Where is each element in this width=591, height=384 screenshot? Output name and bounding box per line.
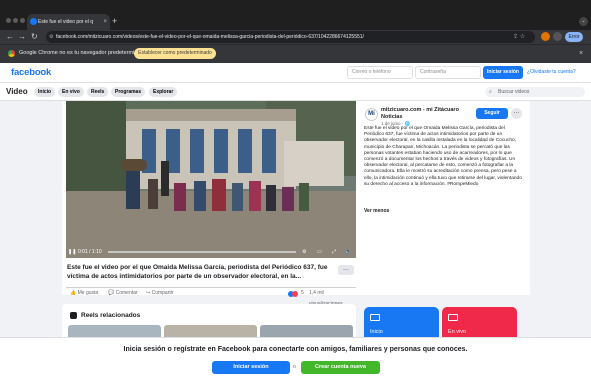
- video-frame: [66, 101, 356, 258]
- see-less-link[interactable]: Ver menos: [364, 208, 389, 214]
- tab-title: Este fue el video por el q: [38, 19, 94, 25]
- fullscreen-icon[interactable]: ⤢: [332, 246, 336, 258]
- share-button[interactable]: ↪ Compartir: [146, 288, 174, 299]
- page-avatar[interactable]: Mi: [365, 108, 378, 121]
- share-label: Compartir: [151, 290, 174, 296]
- video-controls: ❚❚ 0:01 / 1:10 ⚙ ▭ ⤢ 🔈: [66, 246, 356, 258]
- post-description: Este fue el video por el que Omaida Meli…: [364, 126, 522, 187]
- page-name-link[interactable]: mitzicuaro.com - mi Zitácuaro Noticias: [381, 107, 471, 121]
- pip-icon[interactable]: ▭: [317, 246, 322, 258]
- infobar-close-icon[interactable]: ×: [579, 48, 583, 59]
- comment-button[interactable]: 💬 Comentar: [108, 288, 138, 299]
- pause-icon[interactable]: ❚❚: [68, 246, 76, 258]
- banner-login-button[interactable]: Iniciar sesión: [212, 361, 290, 374]
- address-bar[interactable]: ⚙ facebook.com/mitzicuaro.com/videos/est…: [46, 31, 535, 43]
- email-field[interactable]: Correo o teléfono: [347, 66, 413, 79]
- forward-icon[interactable]: →: [18, 31, 26, 43]
- video-player[interactable]: [66, 101, 356, 258]
- chrome-logo-icon: [8, 50, 15, 57]
- share-icon[interactable]: ⇪: [513, 34, 518, 40]
- password-field[interactable]: Contraseña: [415, 66, 481, 79]
- set-default-button[interactable]: Establecer como predeterminado: [134, 48, 216, 59]
- infobar-text: Google Chrome no es tu navegador predete…: [19, 50, 147, 56]
- forgot-account-link[interactable]: ¿Olvidaste tu cuenta?: [527, 66, 576, 79]
- close-tab-icon[interactable]: ×: [103, 14, 107, 30]
- reload-icon[interactable]: ↻: [31, 31, 38, 43]
- post-more-button[interactable]: ···: [511, 108, 522, 119]
- close-window-icon[interactable]: [6, 18, 11, 23]
- tab-reels[interactable]: Reels: [87, 87, 109, 97]
- reaction-icons: [288, 291, 300, 297]
- volume-icon[interactable]: 🔈: [345, 246, 351, 258]
- browser-tab[interactable]: Este fue el video por el q ×: [27, 14, 110, 30]
- facebook-logo[interactable]: facebook: [11, 66, 51, 79]
- related-reels-title: Reels relacionados: [81, 312, 141, 319]
- search-videos-input[interactable]: ⌕ Buscar videos: [485, 87, 585, 97]
- search-placeholder: Buscar videos: [498, 89, 530, 95]
- side-panel-icon[interactable]: [553, 32, 562, 41]
- live-videos-label: En vivo: [448, 329, 467, 335]
- live-icon: [448, 314, 458, 321]
- like-label: Me gusta: [77, 290, 99, 296]
- follow-button[interactable]: Seguir: [476, 108, 508, 119]
- site-info-icon[interactable]: ⚙: [49, 31, 53, 43]
- video-home-label: Inicio: [370, 329, 383, 335]
- like-button[interactable]: 👍 Me gusta: [70, 288, 98, 299]
- follow-label: Seguir: [484, 110, 500, 116]
- love-reaction-icon: [292, 291, 298, 297]
- new-tab-button[interactable]: +: [112, 16, 117, 26]
- back-icon[interactable]: ←: [6, 31, 14, 43]
- header-login-button[interactable]: Iniciar sesión: [483, 66, 523, 79]
- tab-inicio[interactable]: Inicio: [34, 87, 56, 97]
- login-prompt-text: Inicia sesión o regístrate en Facebook p…: [123, 346, 468, 353]
- reaction-count[interactable]: 5: [301, 288, 304, 299]
- video-section-title: Video: [6, 87, 28, 96]
- banner-or-text: o: [293, 364, 296, 370]
- url-text: facebook.com/mitzicuaro.com/videos/este-…: [56, 34, 364, 40]
- share-arrow-icon: ↪: [146, 290, 151, 296]
- profile-error-button[interactable]: Error: [565, 32, 583, 42]
- minimize-window-icon[interactable]: [13, 18, 18, 23]
- video-progress-bar[interactable]: [108, 251, 296, 253]
- tab-programas[interactable]: Programas: [111, 87, 146, 97]
- tab-en-vivo[interactable]: En vivo: [58, 87, 84, 97]
- video-title: Este fue el video por el que Omaida Meli…: [67, 264, 328, 280]
- reels-icon: [70, 312, 77, 319]
- comment-label: Comentar: [115, 290, 138, 296]
- maximize-window-icon[interactable]: [20, 18, 25, 23]
- address-bar-icons: ⇪ ☆: [513, 31, 525, 43]
- video-time: 0:01 / 1:10: [78, 249, 102, 255]
- tab-explorar[interactable]: Explorar: [149, 87, 178, 97]
- comment-icon: 💬: [108, 290, 115, 296]
- search-icon: ⌕: [489, 89, 492, 95]
- post-actions-bar: 👍 Me gusta 💬 Comentar ↪ Compartir 5 1,4 …: [66, 287, 356, 307]
- video-more-button[interactable]: ···: [338, 265, 354, 275]
- video-home-icon: [370, 314, 380, 321]
- settings-gear-icon[interactable]: ⚙: [302, 246, 306, 258]
- thumbs-up-icon: 👍: [70, 290, 77, 296]
- bookmark-star-icon[interactable]: ☆: [520, 34, 525, 40]
- create-account-button[interactable]: Crear cuenta nueva: [301, 361, 380, 374]
- facebook-favicon-icon: [30, 18, 37, 25]
- tab-search-icon[interactable]: ⌄: [579, 17, 588, 26]
- extension-icon[interactable]: [541, 32, 550, 41]
